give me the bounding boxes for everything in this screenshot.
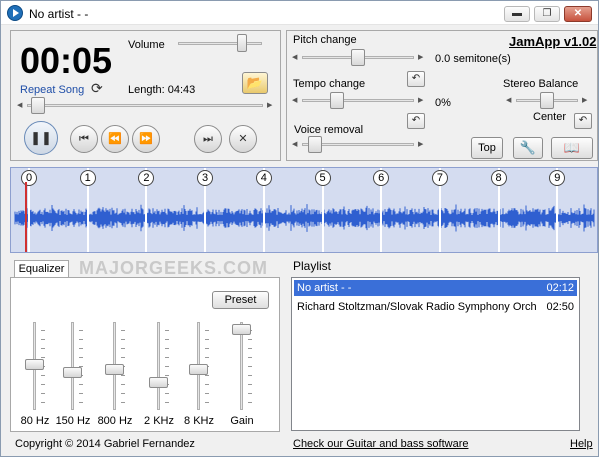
marker-label-4[interactable]: 4: [255, 170, 272, 186]
maximize-button[interactable]: ❐: [534, 6, 560, 22]
top-button[interactable]: Top: [471, 137, 503, 159]
help-book-button[interactable]: 📖: [551, 137, 593, 159]
arrow-left-icon[interactable]: ◀: [292, 53, 298, 62]
app-title: JamApp v1.02: [509, 34, 597, 49]
arrow-right-icon[interactable]: ▶: [582, 96, 588, 105]
pitch-slider[interactable]: ◀ ▶: [292, 49, 424, 66]
eq-band-label: 800 Hz: [97, 415, 133, 427]
balance-thumb[interactable]: [540, 92, 554, 109]
player-panel: 00:05 Volume 📂 Repeat Song ⟳ Length: 04:…: [10, 30, 281, 161]
waveform-view[interactable]: 0123456789: [10, 167, 598, 253]
copyright-text: Copyright © 2014 Gabriel Fernandez: [15, 438, 195, 450]
arrow-right-icon[interactable]: ▶: [267, 101, 273, 110]
next-button[interactable]: ⏭: [194, 125, 222, 153]
playlist-heading: Playlist: [293, 259, 332, 273]
pitch-thumb[interactable]: [351, 49, 365, 66]
length-label: Length: 04:43: [128, 84, 196, 96]
track-name: No artist - -: [297, 282, 352, 294]
list-item[interactable]: Richard Stoltzman/Slovak Radio Symphony …: [294, 299, 577, 315]
app-icon: [7, 5, 23, 21]
tab-equalizer[interactable]: Equalizer: [14, 260, 69, 278]
eq-thumb[interactable]: [25, 359, 44, 370]
eq-slider-8-khz[interactable]: [187, 322, 211, 410]
marker-label-3[interactable]: 3: [197, 170, 214, 186]
app-window: No artist - - ▬ ❐ ✕ 00:05 Volume 📂 Repea…: [0, 0, 599, 457]
track-name: Richard Stoltzman/Slovak Radio Symphony …: [297, 301, 537, 313]
tempo-thumb[interactable]: [330, 92, 344, 109]
minimize-button[interactable]: ▬: [504, 6, 530, 22]
open-folder-button[interactable]: 📂: [242, 72, 268, 94]
track-duration: 02:50: [546, 301, 574, 313]
volume-label: Volume: [128, 39, 165, 51]
balance-slider[interactable]: ◀ ▶: [506, 92, 588, 109]
marker-label-7[interactable]: 7: [431, 170, 448, 186]
arrow-right-icon[interactable]: ▶: [418, 53, 424, 62]
equalizer-panel: Preset 80 Hz 150 Hz 800 Hz 2 KHz 8 KHz Gain: [10, 277, 280, 432]
eq-slider-150-hz[interactable]: [61, 322, 85, 410]
volume-thumb[interactable]: [237, 34, 247, 52]
volume-slider[interactable]: [176, 34, 264, 52]
pitch-value: 0.0 semitone(s): [435, 53, 511, 65]
tempo-value: 0%: [435, 97, 451, 109]
close-button[interactable]: ✕: [564, 6, 592, 22]
eq-thumb[interactable]: [63, 367, 82, 378]
list-item[interactable]: No artist - - 02:12: [294, 280, 577, 296]
settings-wrench-button[interactable]: 🔧: [513, 137, 543, 159]
arrow-left-icon[interactable]: ◀: [506, 96, 512, 105]
voice-slider[interactable]: ◀ ▶: [292, 136, 424, 153]
tempo-label: Tempo change: [293, 78, 366, 90]
voice-thumb[interactable]: [308, 136, 322, 153]
marker-label-5[interactable]: 5: [314, 170, 331, 186]
arrow-right-icon[interactable]: ▶: [418, 96, 424, 105]
tempo-slider[interactable]: ◀ ▶: [292, 92, 424, 109]
waveform-graphic: [14, 204, 595, 232]
voice-reset-button[interactable]: ↶: [407, 113, 425, 129]
voice-label: Voice removal: [294, 124, 364, 136]
marker-label-8[interactable]: 8: [490, 170, 507, 186]
waveform-path: [14, 204, 595, 232]
playhead[interactable]: [25, 182, 27, 252]
eq-thumb[interactable]: [105, 364, 124, 375]
balance-reset-button[interactable]: ↶: [574, 113, 592, 129]
title-bar: No artist - - ▬ ❐ ✕: [1, 1, 598, 25]
eq-thumb[interactable]: [232, 324, 251, 335]
eq-thumb[interactable]: [149, 377, 168, 388]
eq-slider-gain[interactable]: [230, 322, 254, 410]
repeat-icon[interactable]: ⟳: [91, 80, 103, 97]
playlist[interactable]: No artist - - 02:12 Richard Stoltzman/Slov…: [291, 277, 580, 431]
watermark: MAJORGEEKS.COM: [79, 258, 269, 278]
position-slider[interactable]: ◀ ▶: [17, 97, 273, 114]
eq-band-label: Gain: [230, 415, 254, 427]
preset-button[interactable]: Preset: [212, 291, 269, 309]
marker-label-1[interactable]: 1: [79, 170, 96, 186]
effects-panel: Pitch change JamApp v1.02 ◀ ▶ 0.0 semito…: [286, 30, 598, 161]
eq-slider-2-khz[interactable]: [147, 322, 171, 410]
time-display: 00:05: [20, 40, 113, 81]
fast-forward-button[interactable]: ⏩: [132, 125, 160, 153]
stop-button[interactable]: ✕: [229, 125, 257, 153]
track-duration: 02:12: [546, 282, 574, 294]
pitch-label: Pitch change: [293, 34, 357, 46]
rewind-button[interactable]: ⏪: [101, 125, 129, 153]
promo-link[interactable]: Check our Guitar and bass software: [293, 438, 468, 450]
arrow-left-icon[interactable]: ◀: [17, 101, 23, 110]
previous-button[interactable]: ⏮: [70, 125, 98, 153]
balance-value: Center: [533, 111, 567, 123]
window-title: No artist - -: [29, 7, 89, 21]
marker-label-0[interactable]: 0: [21, 170, 37, 186]
eq-thumb[interactable]: [189, 364, 208, 375]
repeat-song-label[interactable]: Repeat Song: [20, 84, 84, 96]
help-link[interactable]: Help: [570, 438, 593, 450]
tempo-reset-button[interactable]: ↶: [407, 71, 425, 87]
arrow-right-icon[interactable]: ▶: [418, 140, 424, 149]
balance-label: Stereo Balance: [503, 78, 579, 90]
pause-button[interactable]: ❚❚: [24, 121, 58, 155]
eq-slider-80-hz[interactable]: [23, 322, 47, 410]
eq-slider-800-hz[interactable]: [103, 322, 127, 410]
position-thumb[interactable]: [31, 97, 45, 114]
arrow-left-icon[interactable]: ◀: [292, 96, 298, 105]
arrow-left-icon[interactable]: ◀: [292, 140, 298, 149]
